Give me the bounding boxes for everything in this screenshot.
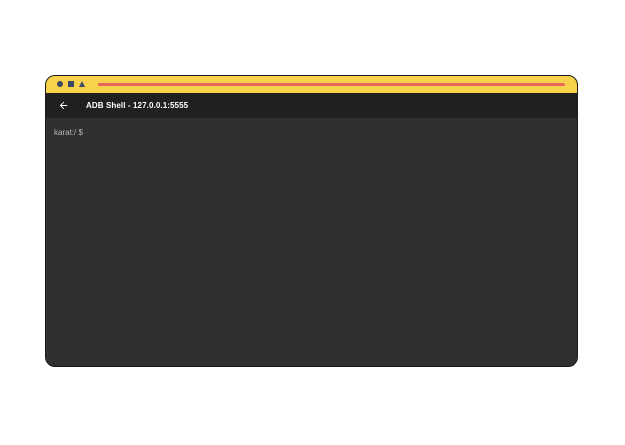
circle-icon <box>57 81 63 87</box>
app-bar: ADB Shell - 127.0.0.1:5555 <box>46 93 577 118</box>
device-frame: ADB Shell - 127.0.0.1:5555 karat:/ $ <box>45 75 578 367</box>
triangle-icon <box>79 81 85 87</box>
status-accent-line <box>98 83 565 86</box>
page-title: ADB Shell - 127.0.0.1:5555 <box>86 101 189 110</box>
shell-prompt: karat:/ $ <box>54 128 83 137</box>
square-icon <box>68 81 74 87</box>
back-button[interactable] <box>54 97 72 115</box>
status-icons <box>57 81 85 87</box>
status-bar <box>46 76 577 93</box>
terminal-output[interactable]: karat:/ $ <box>46 118 577 366</box>
arrow-left-icon <box>59 101 67 110</box>
